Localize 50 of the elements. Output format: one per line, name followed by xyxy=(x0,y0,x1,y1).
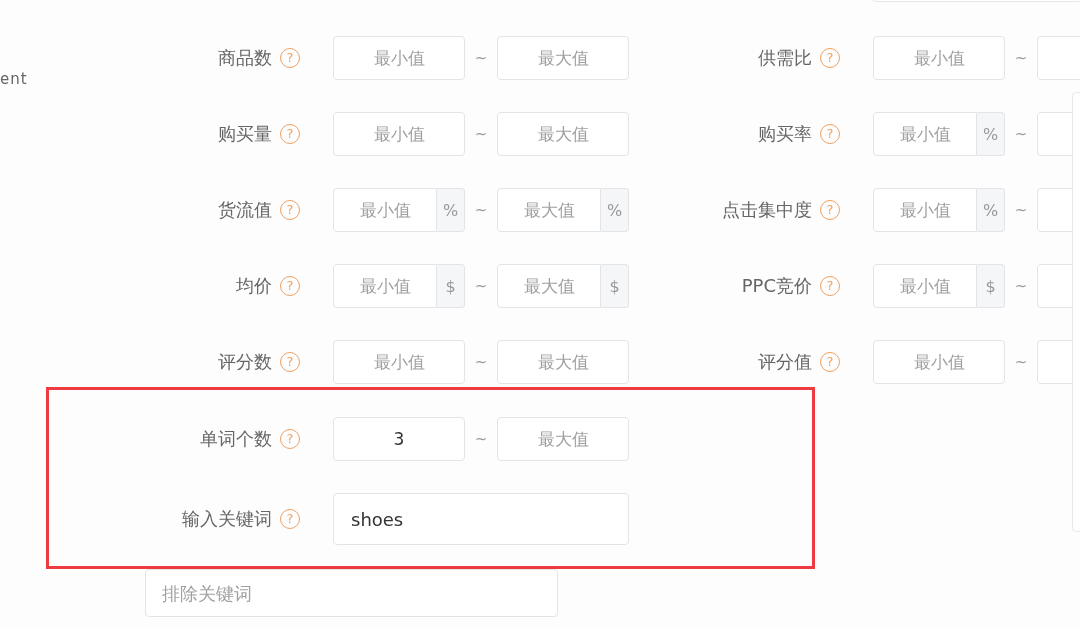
max-value-field[interactable]: 最大值 xyxy=(497,188,601,232)
range-separator: ~ xyxy=(473,277,489,295)
min-value-field[interactable]: 最小值 xyxy=(873,264,977,308)
field-label: 评分数 xyxy=(217,350,272,374)
min-value-field[interactable]: 最小值 xyxy=(873,188,977,232)
min-value-field[interactable]: 最小值 xyxy=(333,264,437,308)
field-label: 供需比 xyxy=(757,46,812,70)
field-label: 评分值 xyxy=(757,350,812,374)
range-separator: ~ xyxy=(473,49,489,67)
max-value-field[interactable]: 最大值 xyxy=(497,340,629,384)
field-label: 商品数 xyxy=(217,46,272,70)
unit-label: $ xyxy=(977,264,1005,308)
range-separator: ~ xyxy=(1013,125,1029,143)
max-value-field[interactable]: 最大值 xyxy=(497,36,629,80)
min-value-field[interactable]: 最小值 xyxy=(873,112,977,156)
max-value-field[interactable]: 最大值 xyxy=(497,417,629,461)
range-separator: ~ xyxy=(1013,49,1029,67)
unit-label: % xyxy=(601,188,629,232)
unit-label: % xyxy=(977,188,1005,232)
range-separator: ~ xyxy=(473,125,489,143)
range-separator: ~ xyxy=(1013,201,1029,219)
min-value-field[interactable]: 最小值 xyxy=(333,188,437,232)
min-value-field[interactable]: 最小值 xyxy=(873,340,1005,384)
exclude-keyword-field[interactable]: 排除关键词 xyxy=(145,569,558,617)
unit-label: $ xyxy=(601,264,629,308)
min-value-field[interactable]: 最小值 xyxy=(333,112,465,156)
range-separator: ~ xyxy=(473,201,489,219)
range-separator: ~ xyxy=(1013,277,1029,295)
field-label: 点击集中度 xyxy=(721,198,812,222)
unit-label: $ xyxy=(437,264,465,308)
field-label: 购买量 xyxy=(217,122,272,146)
min-value-field[interactable]: 最小值 xyxy=(873,36,1005,80)
field-label: 单词个数 xyxy=(199,427,272,451)
range-separator: ~ xyxy=(473,353,489,371)
sidebar-item[interactable]: ent xyxy=(0,70,28,88)
field-label: 货流值 xyxy=(217,198,272,222)
unit-label: % xyxy=(977,112,1005,156)
field-label: PPC竞价 xyxy=(740,274,812,298)
min-value-field[interactable]: 最小值 xyxy=(333,340,465,384)
unit-label: % xyxy=(437,188,465,232)
range-separator: ~ xyxy=(473,430,489,448)
field-label: 购买率 xyxy=(757,122,812,146)
min-value-field[interactable]: 3 xyxy=(333,417,465,461)
max-value-field[interactable]: 最大值 xyxy=(497,264,601,308)
min-value-field[interactable]: 最小值 xyxy=(333,36,465,80)
max-value-field[interactable]: 最大值 xyxy=(497,112,629,156)
field-label: 输入关键词 xyxy=(181,507,272,531)
field-label: 均价 xyxy=(235,274,272,298)
range-separator: ~ xyxy=(1013,353,1029,371)
keyword-input-field[interactable]: shoes xyxy=(333,493,629,545)
